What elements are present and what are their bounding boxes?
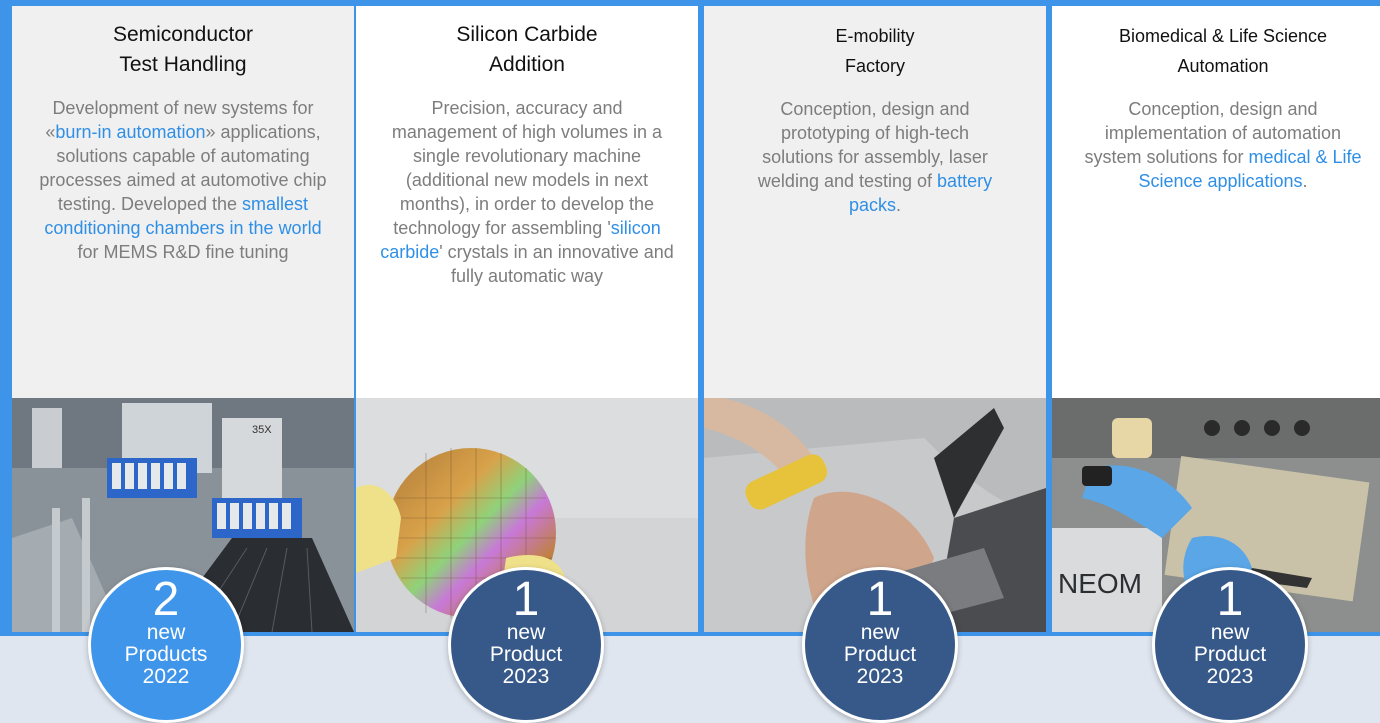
column-description: Conception, design and implementation of… <box>1083 97 1363 193</box>
badge-line-product: Products <box>124 643 208 666</box>
desc-highlight: burn-in automation <box>55 122 206 142</box>
machine-label-text: 35X <box>252 424 272 436</box>
title-line-1: E-mobility <box>835 26 915 46</box>
title-line-2: Test Handling <box>119 53 247 76</box>
column-description: Development of new systems for «burn-in … <box>33 96 333 264</box>
column-silicon-carbide: Silicon Carbide Addition Precision, accu… <box>356 6 698 632</box>
feature-panel-frame: Semiconductor Test Handling Development … <box>0 0 1380 636</box>
badge-line-product: Product <box>1193 643 1267 666</box>
desc-text: . <box>1302 171 1308 191</box>
products-badge: 1 new Product 2023 <box>448 567 604 723</box>
column-text-area: E-mobility Factory Conception, design an… <box>704 6 1046 398</box>
desc-text: for MEMS R&D fine tuning <box>77 242 289 262</box>
column-title: Silicon Carbide Addition <box>356 6 698 80</box>
column-semiconductor: Semiconductor Test Handling Development … <box>12 6 354 632</box>
title-line-2: Factory <box>844 56 905 76</box>
column-description: Precision, accuracy and management of hi… <box>377 96 677 288</box>
badge-line-new: new <box>860 621 900 644</box>
badge-number: 1 <box>866 573 894 626</box>
products-badge: 1 new Product 2023 <box>802 567 958 723</box>
brand-fragment-text: NEOM <box>1058 568 1142 599</box>
title-line-1: Semiconductor <box>112 23 254 46</box>
badge-line-year: 2023 <box>856 665 904 688</box>
column-title: E-mobility Factory <box>704 6 1046 81</box>
badge-line-new: new <box>506 621 546 644</box>
desc-text: . <box>896 195 902 215</box>
badge-number: 1 <box>512 573 540 626</box>
title-line-1: Biomedical & Life Science <box>1118 26 1328 46</box>
badge-number: 1 <box>1216 573 1244 626</box>
badge-line-product: Product <box>843 643 917 666</box>
badge-number: 2 <box>152 573 180 626</box>
badge-line-product: Product <box>489 643 563 666</box>
column-title: Biomedical & Life Science Automation <box>1052 6 1380 81</box>
column-text-area: Biomedical & Life Science Automation Con… <box>1052 6 1380 398</box>
title-line-1: Silicon Carbide <box>456 23 598 46</box>
badge-line-new: new <box>1210 621 1250 644</box>
badge-line-year: 2022 <box>142 665 190 688</box>
badge-line-year: 2023 <box>502 665 550 688</box>
products-badge: 1 new Product 2023 <box>1152 567 1308 723</box>
title-line-2: Addition <box>489 53 565 76</box>
column-description: Conception, design and prototyping of hi… <box>745 97 1005 217</box>
column-text-area: Semiconductor Test Handling Development … <box>12 6 354 398</box>
column-biomedical: Biomedical & Life Science Automation Con… <box>1052 6 1380 632</box>
products-badge: 2 new Products 2022 <box>88 567 244 723</box>
desc-text: Precision, accuracy and management of hi… <box>391 98 663 238</box>
desc-text: ' crystals in an innovative and fully au… <box>439 242 674 286</box>
badge-line-year: 2023 <box>1206 665 1254 688</box>
column-e-mobility: E-mobility Factory Conception, design an… <box>704 6 1046 632</box>
column-text-area: Silicon Carbide Addition Precision, accu… <box>356 6 698 398</box>
title-line-2: Automation <box>1177 56 1269 76</box>
badge-line-new: new <box>146 621 186 644</box>
column-title: Semiconductor Test Handling <box>12 6 354 80</box>
